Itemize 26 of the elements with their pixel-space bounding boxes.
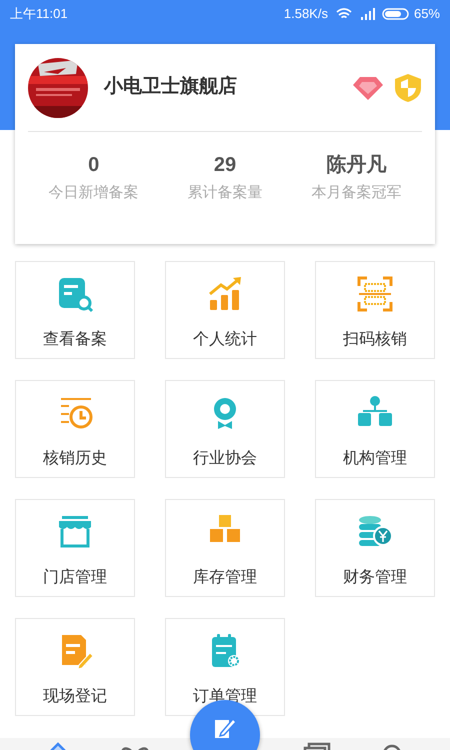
diamond-icon xyxy=(352,74,384,100)
menu-tile[interactable]: 个人统计 xyxy=(165,261,285,359)
stat-label: 今日新增备案 xyxy=(48,183,139,203)
menu-tile[interactable]: 查看备案 xyxy=(15,261,135,359)
stat-label: 累计备案量 xyxy=(187,183,262,203)
stat-value: 29 xyxy=(214,153,236,178)
menu-tile[interactable]: 现场登记 xyxy=(15,618,135,716)
battery-icon xyxy=(382,8,410,20)
menu-tile[interactable]: 扫码核销 xyxy=(315,261,435,359)
network-speed: 1.58K/s xyxy=(284,5,328,24)
menu-tile[interactable]: 核销历史 xyxy=(15,380,135,478)
barcode-scan-icon xyxy=(355,274,395,314)
stat-label: 本月备案冠军 xyxy=(311,183,402,203)
menu-tile[interactable]: 门店管理 xyxy=(15,499,135,597)
menu-tile[interactable]: 行业协会 xyxy=(165,380,285,478)
stat-value: 0 xyxy=(88,153,100,178)
menu-tile[interactable]: 财务管理 xyxy=(315,499,435,597)
battery-level: 65% xyxy=(414,5,440,24)
stat-value: 陈丹凡 xyxy=(326,153,386,178)
wifi-icon xyxy=(336,8,352,20)
status-time: 上午11:01 xyxy=(10,5,68,24)
menu-tile[interactable]: 机构管理 xyxy=(315,380,435,478)
shield-icon xyxy=(394,72,422,102)
menu-tile[interactable]: 库存管理 xyxy=(165,499,285,597)
shop-name: 小电卫士旗舰店 xyxy=(104,74,238,100)
signal-icon xyxy=(360,8,376,20)
